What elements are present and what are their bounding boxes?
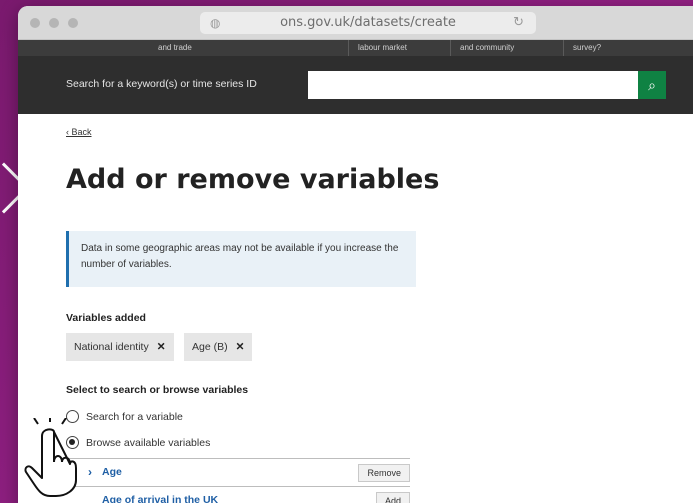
variable-row-age[interactable]: › Age Remove bbox=[66, 458, 410, 486]
nav-item[interactable]: and trade bbox=[158, 43, 192, 52]
site-search-bar: Search for a keyword(s) or time series I… bbox=[18, 56, 693, 114]
add-variable-button[interactable]: Add bbox=[375, 492, 410, 503]
globe-icon: ◍ bbox=[210, 16, 221, 30]
select-heading: Select to search or browse variables bbox=[66, 384, 249, 396]
chip-label: National identity bbox=[74, 341, 149, 353]
nav-item[interactable]: survey? bbox=[573, 43, 601, 52]
pointer-hand-icon bbox=[24, 418, 77, 497]
nav-item[interactable]: and community bbox=[460, 43, 514, 52]
remove-chip-icon[interactable]: ✕ bbox=[236, 341, 245, 353]
back-link-label: Back bbox=[71, 127, 92, 137]
search-button[interactable]: ⌕ bbox=[638, 71, 666, 99]
search-label: Search for a keyword(s) or time series I… bbox=[66, 78, 257, 90]
nav-divider bbox=[348, 40, 349, 56]
address-bar[interactable]: ◍ ons.gov.uk/datasets/create ↻ bbox=[200, 12, 536, 34]
radio-label: Search for a variable bbox=[86, 410, 183, 423]
variable-label[interactable]: Age of arrival in the UK bbox=[102, 494, 218, 503]
variable-row-age-of-arrival[interactable]: Age of arrival in the UK Add bbox=[66, 486, 410, 503]
variable-chip[interactable]: Age (B) ✕ bbox=[184, 333, 253, 361]
nav-divider bbox=[563, 40, 564, 56]
back-link[interactable]: ‹ Back bbox=[66, 127, 92, 137]
chevron-right-icon: › bbox=[88, 465, 92, 479]
variable-chip[interactable]: National identity ✕ bbox=[66, 333, 174, 361]
window-controls bbox=[30, 18, 78, 28]
close-window-button[interactable] bbox=[30, 18, 40, 28]
nav-item[interactable]: labour market bbox=[358, 43, 407, 52]
reload-icon[interactable]: ↻ bbox=[513, 12, 524, 34]
radio-label: Browse available variables bbox=[86, 436, 211, 449]
radio-search-variable[interactable]: Search for a variable bbox=[66, 410, 183, 423]
browser-window: ◍ ons.gov.uk/datasets/create ↻ and trade… bbox=[18, 6, 693, 503]
nav-divider bbox=[450, 40, 451, 56]
remove-chip-icon[interactable]: ✕ bbox=[157, 341, 166, 353]
search-icon: ⌕ bbox=[648, 77, 656, 93]
chip-label: Age (B) bbox=[192, 341, 228, 353]
browser-titlebar: ◍ ons.gov.uk/datasets/create ↻ bbox=[18, 6, 693, 40]
minimize-window-button[interactable] bbox=[49, 18, 59, 28]
remove-variable-button[interactable]: Remove bbox=[358, 464, 410, 482]
variable-label[interactable]: Age bbox=[102, 466, 122, 478]
maximize-window-button[interactable] bbox=[68, 18, 78, 28]
top-navigation: and trade labour market and community su… bbox=[18, 40, 693, 56]
page-title: Add or remove variables bbox=[66, 164, 440, 195]
search-input[interactable] bbox=[308, 71, 638, 99]
address-bar-url: ons.gov.uk/datasets/create bbox=[280, 15, 456, 30]
radio-browse-variables[interactable]: Browse available variables bbox=[66, 436, 210, 449]
variables-added-heading: Variables added bbox=[66, 312, 146, 324]
info-notice: Data in some geographic areas may not be… bbox=[66, 231, 416, 287]
